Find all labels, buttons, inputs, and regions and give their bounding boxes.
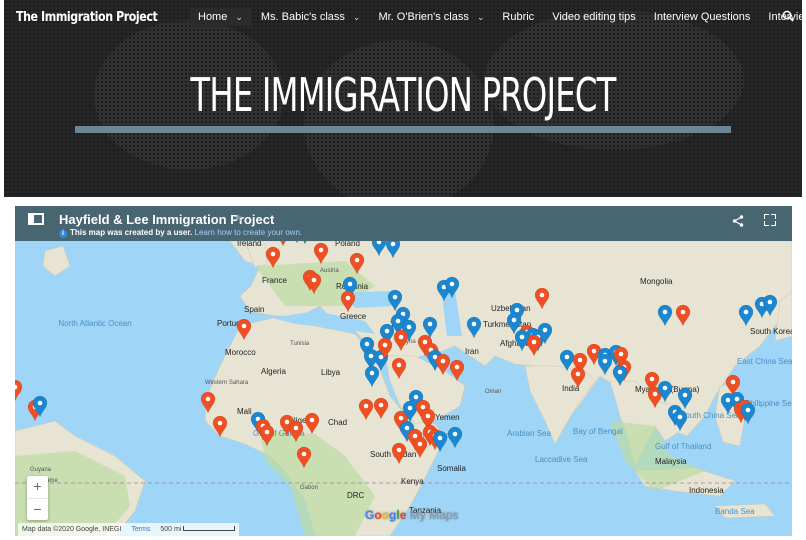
info-text: This map was created by a user. [70, 228, 193, 237]
sea-label: North Atlantic Ocean [58, 319, 131, 328]
fullscreen-icon[interactable] [764, 214, 776, 226]
map-pin-blue[interactable] [447, 426, 463, 449]
nav-label: Interview Questions [653, 11, 751, 23]
search-icon[interactable] [782, 10, 794, 25]
page-title: THE IMMIGRATION PROJECT [190, 68, 616, 122]
info-icon: i [59, 230, 67, 238]
country-label: Algeria [261, 367, 286, 376]
country-label: Yemen [435, 413, 460, 422]
google-my-maps-logo: Google My Maps [365, 508, 459, 522]
nav-item-home[interactable]: Home ⌄ [190, 8, 251, 26]
nav-item-rubric[interactable]: Rubric [494, 8, 542, 26]
map-attribution: Map data ©2020 Google, INEGI Terms 500 m… [18, 523, 240, 536]
country-label: Mongolia [640, 277, 673, 286]
country-label: Austria [320, 268, 339, 274]
terms-link[interactable]: Terms [131, 526, 150, 533]
scale-bar [183, 526, 236, 531]
zoom-out-button[interactable]: − [27, 499, 48, 521]
nav-item-obrien-class[interactable]: Mr. O'Brien's class ⌄ [370, 8, 492, 26]
scale-label: 500 mi [160, 526, 182, 533]
sea-label: Arabian Sea [507, 429, 552, 438]
sea-label: Gulf of Thailand [655, 442, 711, 451]
embedded-map[interactable]: Ireland Poland France Austria Romania Sp… [15, 206, 792, 536]
chevron-down-icon[interactable]: ⌄ [477, 12, 485, 23]
chevron-down-icon[interactable]: ⌄ [353, 12, 361, 23]
map-pin-orange[interactable] [15, 379, 23, 402]
map-header: Hayfield & Lee Immigration Project ★ i Th… [15, 206, 792, 241]
country-label: Somalia [437, 464, 466, 473]
country-label: Gabon [300, 485, 318, 491]
country-label: Guyana [30, 467, 52, 473]
nav-label: Video editing tips [552, 11, 636, 23]
legend-toggle-icon[interactable] [28, 213, 44, 225]
scale-indicator: 500 mi [160, 526, 236, 533]
attribution-text: Map data ©2020 Google, INEGI [22, 526, 122, 533]
nav-item-video-editing-tips[interactable]: Video editing tips [544, 8, 644, 26]
country-label: Kenya [401, 477, 424, 486]
map-info: i This map was created by a user. Learn h… [59, 228, 302, 238]
country-label: Malaysia [655, 457, 687, 466]
nav-label: Rubric [502, 11, 535, 23]
nav-label: Mr. O'Brien's class [378, 11, 469, 23]
create-map-link[interactable]: Learn how to create your own. [195, 228, 303, 237]
sea-label: South China Sea [680, 411, 741, 420]
share-icon[interactable] [732, 214, 744, 230]
country-label: Libya [321, 368, 341, 377]
country-label: Mali [237, 407, 252, 416]
nav-item-interview-questions[interactable]: Interview Questions [646, 8, 759, 26]
country-label: Indonesia [689, 486, 724, 495]
country-label: Chad [328, 418, 347, 427]
country-label: Tunisia [290, 341, 310, 347]
title-divider [75, 126, 731, 133]
country-label: Greece [340, 312, 367, 321]
zoom-in-button[interactable]: + [27, 476, 48, 499]
sea-label: East China Sea [737, 357, 792, 366]
country-label: Spain [244, 305, 264, 314]
chevron-down-icon[interactable]: ⌄ [235, 12, 243, 23]
country-label: Western Sahara [205, 380, 249, 386]
sea-label: Laccadive Sea [535, 455, 588, 464]
map-canvas[interactable]: Ireland Poland France Austria Romania Sp… [15, 206, 792, 536]
main-nav: Home ⌄ Ms. Babic's class ⌄ Mr. O'Brien's c… [190, 8, 802, 26]
nav-item-babic-class[interactable]: Ms. Babic's class ⌄ [253, 8, 369, 26]
nav-label: Home [198, 11, 228, 23]
country-label: DRC [347, 491, 365, 500]
country-label: Oman [485, 389, 501, 395]
country-label: South Korea [750, 327, 792, 336]
sea-label: Bay of Bengal [573, 427, 623, 436]
zoom-control: + − [27, 476, 48, 520]
country-label: France [262, 276, 287, 285]
site-title[interactable]: The Immigration Project [16, 10, 158, 25]
site-header: The Immigration Project Home ⌄ Ms. Babic'… [4, 0, 802, 197]
star-icon[interactable]: ★ [234, 213, 243, 224]
country-label: Iran [465, 347, 479, 356]
nav-label: Ms. Babic's class [260, 11, 345, 23]
sea-label: Banda Sea [715, 507, 755, 516]
country-label: Morocco [225, 348, 256, 357]
